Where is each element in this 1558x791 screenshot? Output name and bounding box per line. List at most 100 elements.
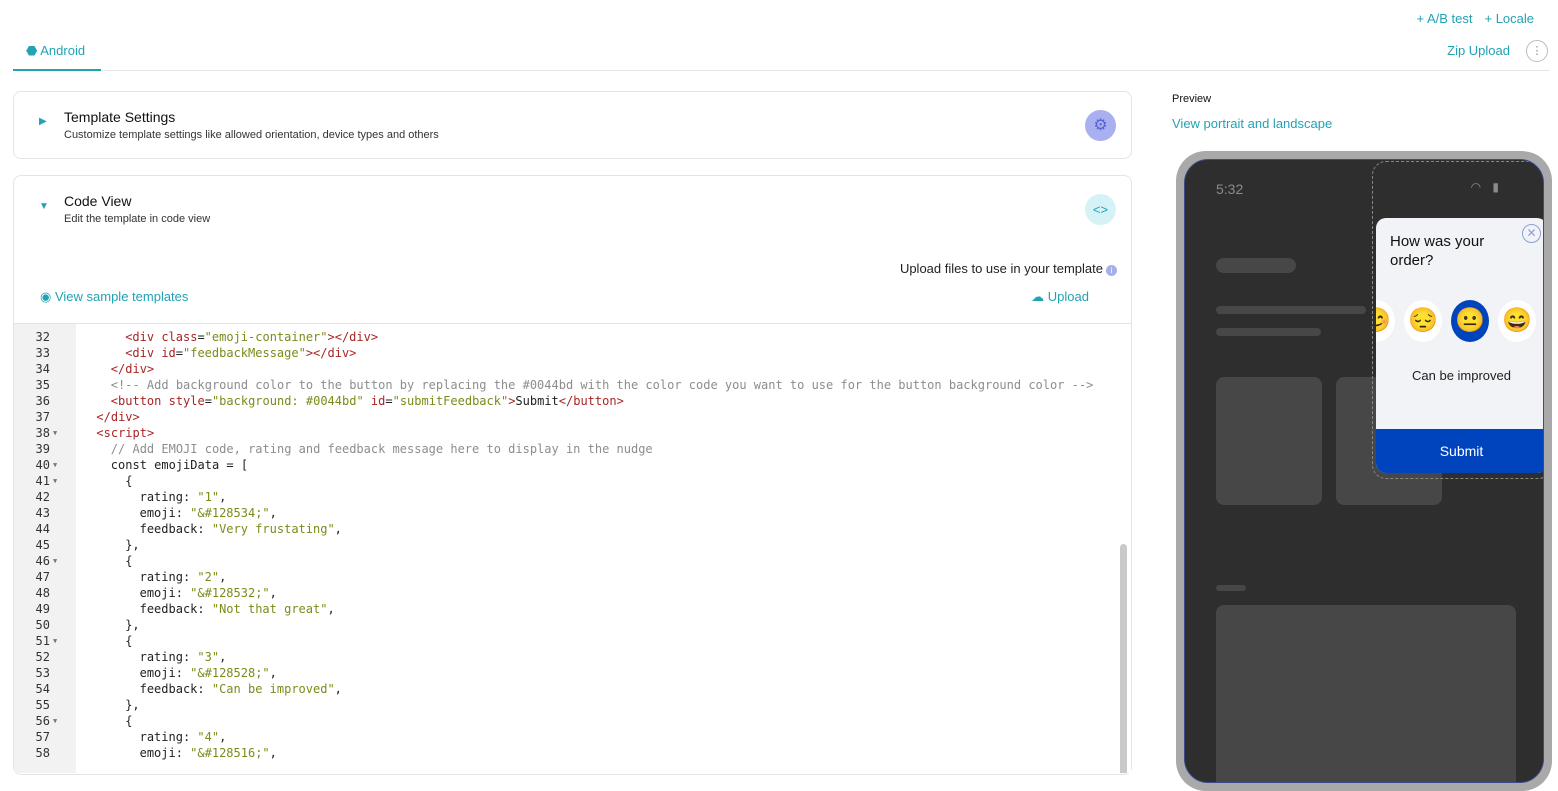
fold-arrow-icon[interactable]: ▼	[53, 457, 57, 473]
add-ab-test-button[interactable]: + A/B test	[1416, 11, 1472, 26]
add-locale-button[interactable]: + Locale	[1484, 11, 1534, 26]
fold-arrow-icon[interactable]: ▼	[53, 473, 57, 489]
code-line[interactable]: 53 emoji: "&#128528;",	[14, 665, 1131, 681]
submit-button[interactable]: Submit	[1376, 429, 1543, 473]
code-text: {	[82, 713, 132, 729]
fold-arrow-icon[interactable]: ▼	[53, 553, 57, 569]
top-actions: + A/B test + Locale	[1416, 11, 1534, 26]
zip-upload-button[interactable]: Zip Upload	[1447, 43, 1510, 58]
editor-scrollbar[interactable]	[1120, 544, 1127, 773]
code-line[interactable]: 35 <!-- Add background color to the butto…	[14, 377, 1131, 393]
code-line[interactable]: 56 ▼ {	[14, 713, 1131, 729]
code-line[interactable]: 47 rating: "2",	[14, 569, 1131, 585]
code-line[interactable]: 37 </div>	[14, 409, 1131, 425]
code-token: =	[197, 330, 205, 344]
code-line[interactable]: 38 ▼ <script>	[14, 425, 1131, 441]
gear-icon[interactable]: ⚙	[1085, 110, 1116, 141]
code-token: {	[125, 554, 133, 568]
info-icon[interactable]: i	[1106, 265, 1117, 276]
line-number: 52	[35, 650, 50, 664]
fold-arrow-icon[interactable]: ▼	[53, 713, 57, 729]
code-token: ,	[219, 490, 227, 504]
line-number: 34	[35, 362, 50, 376]
code-line[interactable]: 36 <button style="background: #0044bd" id…	[14, 393, 1131, 409]
skeleton-card	[1216, 377, 1322, 505]
collapse-arrow-icon[interactable]: ▼	[39, 201, 49, 212]
line-number: 35	[35, 378, 50, 392]
code-line[interactable]: 39 // Add EMOJI code, rating and feedback…	[14, 441, 1131, 457]
code-token: feedback:	[139, 602, 212, 616]
code-text: {	[82, 633, 132, 649]
code-token: "Not that great"	[211, 602, 328, 616]
code-token: },	[125, 698, 140, 712]
code-line[interactable]: 34 </div>	[14, 361, 1131, 377]
expand-arrow-icon[interactable]: ▶	[39, 116, 47, 127]
code-line[interactable]: 41 ▼ {	[14, 473, 1131, 489]
line-number: 58	[35, 746, 50, 760]
code-editor[interactable]: 32 <div class="emoji-container"></div> 33 <…	[14, 323, 1131, 773]
code-token: rating:	[139, 490, 198, 504]
emoji-option[interactable]: 😔	[1404, 300, 1442, 342]
code-line[interactable]: 55},	[14, 697, 1131, 713]
code-line[interactable]: 54 feedback: "Can be improved",	[14, 681, 1131, 697]
line-number: 57	[35, 730, 50, 744]
code-line[interactable]: 32 <div class="emoji-container"></div>	[14, 329, 1131, 345]
code-line[interactable]: 50},	[14, 617, 1131, 633]
code-token: <div	[125, 346, 162, 360]
code-text: emoji: "&#128532;",	[82, 585, 277, 601]
line-number: 36	[35, 394, 50, 408]
code-token: },	[125, 618, 140, 632]
code-token: ,	[269, 586, 277, 600]
code-line[interactable]: 45},	[14, 537, 1131, 553]
code-line[interactable]: 46 ▼ {	[14, 553, 1131, 569]
code-line[interactable]: 51 ▼ {	[14, 633, 1131, 649]
code-token: rating:	[139, 650, 198, 664]
code-token: ,	[269, 506, 277, 520]
fold-arrow-icon[interactable]: ▼	[53, 425, 57, 441]
line-number: 41	[35, 474, 50, 488]
view-sample-templates-link[interactable]: ◉ View sample templates	[40, 289, 188, 305]
emoji-option[interactable]: 😐	[1451, 300, 1489, 342]
code-line[interactable]: 49 feedback: "Not that great",	[14, 601, 1131, 617]
code-token: feedback:	[139, 522, 212, 536]
upload-button[interactable]: ☁ Upload	[1031, 289, 1089, 305]
code-token: "&#128516;"	[190, 746, 270, 760]
panel-title: Code View	[64, 193, 132, 209]
code-text: // Add EMOJI code, rating and feedback m…	[82, 441, 653, 457]
line-number: 56	[35, 714, 50, 728]
nudge-feedback: Can be improved	[1412, 368, 1511, 383]
code-line[interactable]: 44 feedback: "Very frustating",	[14, 521, 1131, 537]
code-icon[interactable]: <>	[1085, 194, 1116, 225]
code-token: ,	[219, 730, 227, 744]
code-line[interactable]: 43 emoji: "&#128534;",	[14, 505, 1131, 521]
template-settings-panel[interactable]: ▶ Template Settings Customize template s…	[13, 91, 1132, 159]
code-text: feedback: "Very frustating",	[82, 521, 342, 537]
close-icon[interactable]: ✕	[1522, 224, 1541, 243]
line-number: 37	[35, 410, 50, 424]
tab-android[interactable]: ⬣ Android	[13, 38, 101, 71]
code-line[interactable]: 57 rating: "4",	[14, 729, 1131, 745]
fold-arrow-icon[interactable]: ▼	[53, 633, 57, 649]
code-token: },	[125, 538, 140, 552]
line-number: 33	[35, 346, 50, 360]
code-line[interactable]: 52 rating: "3",	[14, 649, 1131, 665]
emoji-option[interactable]: 😊	[1376, 300, 1395, 342]
code-text: {	[82, 473, 132, 489]
line-number: 44	[35, 522, 50, 536]
code-line[interactable]: 48 emoji: "&#128532;",	[14, 585, 1131, 601]
emoji-option[interactable]: 😄	[1498, 300, 1536, 342]
code-text: emoji: "&#128516;",	[82, 745, 277, 761]
code-line[interactable]: 33 <div id="feedbackMessage"></div>	[14, 345, 1131, 361]
line-number: 46	[35, 554, 50, 568]
code-line[interactable]: 58 emoji: "&#128516;",	[14, 745, 1131, 761]
code-line[interactable]: 42 rating: "1",	[14, 489, 1131, 505]
code-line[interactable]: 40 ▼ const emojiData = [	[14, 457, 1131, 473]
code-text: },	[82, 537, 140, 553]
code-token: "4"	[197, 730, 220, 744]
more-options-icon[interactable]: ⋮	[1526, 40, 1548, 62]
code-token: "&#128528;"	[190, 666, 270, 680]
view-portrait-landscape-link[interactable]: View portrait and landscape	[1172, 116, 1332, 131]
panel-title: Template Settings	[64, 109, 176, 125]
code-token: ,	[334, 522, 342, 536]
code-token: {	[125, 474, 133, 488]
